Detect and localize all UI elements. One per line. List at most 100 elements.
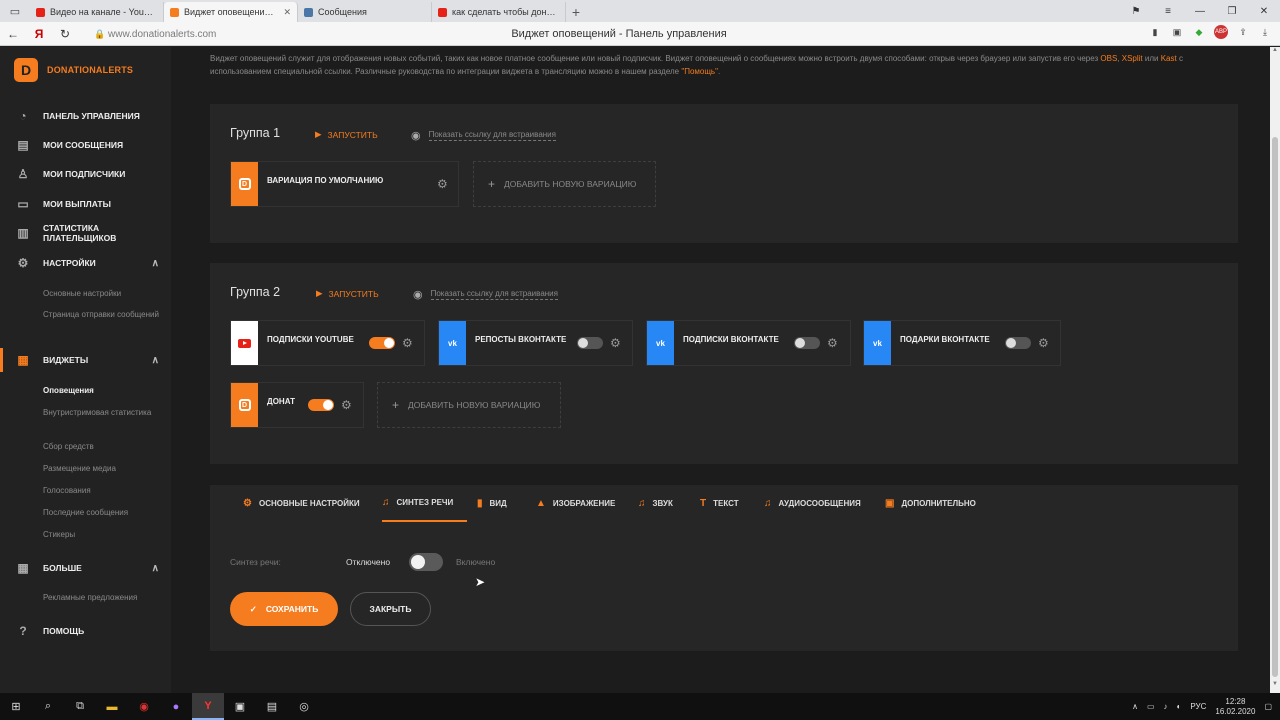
sidebar-subitem[interactable]: Рекламные предложения (43, 592, 163, 604)
sidebar-item-payouts[interactable]: ▭ МОИ ВЫПЛАТЫ (0, 192, 171, 216)
variation-toggle[interactable] (577, 337, 603, 349)
obs-icon[interactable]: ◎ (288, 693, 320, 720)
minimize-icon[interactable]: — (1184, 0, 1216, 22)
sidebar-item-messages[interactable]: ▤ МОИ СООБЩЕНИЯ (0, 133, 171, 157)
sidebar-subitem[interactable]: Сбор средств (43, 441, 163, 453)
help-link[interactable]: "Помощь" (681, 67, 718, 76)
sidebar-subitem[interactable]: Стикеры (43, 529, 163, 541)
app-icon[interactable]: ● (160, 693, 192, 720)
share-icon[interactable]: ⇪ (1236, 25, 1250, 39)
tab-speech-synthesis[interactable]: ♫ СИНТЕЗ РЕЧИ (382, 485, 468, 522)
app-tray-icon[interactable]: ◐ (1177, 702, 1182, 711)
url-field[interactable]: 🔒 www.donationalerts.com Виджет оповещен… (94, 25, 1144, 43)
tab-sound[interactable]: ♫ ЗВУК (638, 485, 673, 522)
variation-card[interactable]: vk РЕПОСТЫ ВКОНТАКТЕ ⚙ (438, 320, 633, 366)
close-button[interactable]: ЗАКРЫТЬ (350, 592, 431, 626)
app-icon[interactable]: ▣ (224, 693, 256, 720)
browser-tab[interactable]: Видео на канале - YouTube (30, 2, 164, 22)
tab-text[interactable]: T ТЕКСТ (700, 485, 739, 522)
scroll-down-icon[interactable]: ▼ (1270, 681, 1280, 693)
sidebar-subitem[interactable]: Основные настройки (43, 288, 163, 300)
scroll-up-icon[interactable]: ▲ (1270, 47, 1280, 59)
variation-card[interactable]: ПОДПИСКИ YOUTUBE ⚙ (230, 320, 425, 366)
extension-icon[interactable]: ◆ (1192, 25, 1206, 39)
gear-icon[interactable]: ⚙ (610, 336, 621, 350)
file-explorer-icon[interactable]: ▬ (96, 693, 128, 720)
sidebar-subitem[interactable]: Голосования (43, 485, 163, 497)
gear-icon[interactable]: ⚙ (437, 177, 448, 191)
gear-icon[interactable]: ⚙ (1038, 336, 1049, 350)
menu-icon[interactable]: ≡ (1152, 0, 1184, 22)
variation-card[interactable]: vk ПОДПИСКИ ВКОНТАКТЕ ⚙ (646, 320, 851, 366)
clock[interactable]: 12:28 16.02.2020 (1215, 697, 1255, 717)
obs-link[interactable]: OBS (1100, 54, 1117, 63)
tab-audio-messages[interactable]: ♫ АУДИОСООБЩЕНИЯ (764, 485, 861, 522)
browser-tab[interactable]: Сообщения (298, 2, 432, 22)
app-icon[interactable]: ◉ (128, 693, 160, 720)
notifications-icon[interactable]: ▢ (1264, 702, 1272, 711)
sidebar-item-stats[interactable]: ▥ СТАТИСТИКА ПЛАТЕЛЬЩИКОВ (0, 221, 171, 245)
sidebar-subitem[interactable]: Последние сообщения (43, 507, 163, 519)
gear-icon[interactable]: ⚙ (827, 336, 838, 350)
sidebar-item-more[interactable]: ▦ БОЛЬШЕ ∧ (0, 556, 171, 580)
search-icon[interactable]: ⌕ (32, 693, 64, 720)
volume-icon[interactable]: ♪ (1164, 702, 1168, 711)
tab-additional[interactable]: ▣ ДОПОЛНИТЕЛЬНО (885, 485, 976, 522)
variation-toggle[interactable] (794, 337, 820, 349)
save-button[interactable]: ✓ СОХРАНИТЬ (230, 592, 338, 626)
sidebar-subitem[interactable]: Страница отправки сообщений (43, 309, 163, 321)
page-scrollbar[interactable]: ▲ ▼ (1270, 47, 1280, 693)
logo[interactable]: D DONATIONALERTS (14, 58, 133, 82)
add-variation-button[interactable]: + ДОБАВИТЬ НОВУЮ ВАРИАЦИЮ (473, 161, 656, 207)
launch-button[interactable]: ▶ ЗАПУСТИТЬ (316, 288, 379, 299)
scrollbar-thumb[interactable] (1272, 137, 1278, 677)
tabs-sidebar-icon[interactable]: ▭ (0, 0, 30, 22)
sidebar-item-settings[interactable]: ⚙ НАСТРОЙКИ ∧ (0, 251, 171, 275)
close-window-icon[interactable]: ✕ (1248, 0, 1280, 22)
sidebar-item-dashboard[interactable]: ◔ ПАНЕЛЬ УПРАВЛЕНИЯ (0, 104, 171, 128)
windows-start-icon[interactable]: ⊞ (0, 693, 32, 720)
sidebar-item-widgets[interactable]: ▦ ВИДЖЕТЫ ∧ (0, 348, 171, 372)
browser-tab-active[interactable]: Виджет оповещений - Панель ✕ (164, 2, 298, 22)
task-view-icon[interactable]: ⧉ (64, 693, 96, 720)
launch-button[interactable]: ▶ ЗАПУСТИТЬ (315, 129, 378, 140)
xsplit-link[interactable]: XSplit (1122, 54, 1143, 63)
yandex-icon[interactable]: Я (26, 27, 52, 41)
tab-main-settings[interactable]: ⚙ ОСНОВНЫЕ НАСТРОЙКИ (243, 485, 360, 522)
sidebar-item-help[interactable]: ? ПОМОЩЬ (0, 619, 171, 643)
variation-toggle[interactable] (1005, 337, 1031, 349)
sidebar-subitem[interactable]: Внутристримовая статистика (43, 407, 163, 419)
variation-card[interactable]: D ДОНАТ ⚙ (230, 382, 364, 428)
adblock-icon[interactable]: ABP (1214, 25, 1228, 39)
reload-icon[interactable]: ↻ (52, 27, 78, 41)
tab-view[interactable]: ▮ ВИД (477, 485, 507, 522)
browser-tab[interactable]: как сделать чтобы донаты (432, 2, 566, 22)
close-tab-icon[interactable]: ✕ (283, 7, 291, 18)
sidebar-subitem[interactable]: Размещение медиа (43, 463, 163, 475)
network-icon[interactable]: ▭ (1147, 702, 1155, 711)
download-icon[interactable]: ⤓ (1258, 25, 1272, 39)
kast-link[interactable]: Kast (1161, 54, 1177, 63)
chevron-up-icon[interactable]: ∧ (1132, 702, 1138, 711)
bookmark-manager-icon[interactable]: ⚑ (1120, 0, 1152, 22)
tts-toggle[interactable] (409, 553, 443, 571)
show-embed-link[interactable]: ◉ Показать ссылку для встраивания (413, 288, 558, 301)
sidebar-subitem-active[interactable]: Оповещения (43, 385, 163, 397)
back-icon[interactable]: ← (0, 27, 26, 41)
yandex-browser-icon[interactable]: Y (192, 693, 224, 720)
variation-card[interactable]: D ВАРИАЦИЯ ПО УМОЛЧАНИЮ ⚙ (230, 161, 459, 207)
variation-toggle[interactable] (369, 337, 395, 349)
show-embed-link[interactable]: ◉ Показать ссылку для встраивания (411, 129, 556, 142)
new-tab-button[interactable]: + (566, 2, 586, 22)
add-variation-button[interactable]: + ДОБАВИТЬ НОВУЮ ВАРИАЦИЮ (377, 382, 561, 428)
variation-toggle[interactable] (308, 399, 334, 411)
sidebar-item-subscribers[interactable]: ♙ МОИ ПОДПИСЧИКИ (0, 162, 171, 186)
extension-icon[interactable]: ▣ (1170, 25, 1184, 39)
tab-image[interactable]: ▲ ИЗОБРАЖЕНИЕ (536, 485, 615, 522)
language-indicator[interactable]: РУС (1190, 702, 1206, 711)
bookmark-icon[interactable]: ▮ (1148, 25, 1162, 39)
gear-icon[interactable]: ⚙ (341, 398, 352, 412)
app-icon[interactable]: ▤ (256, 693, 288, 720)
variation-card[interactable]: vk ПОДАРКИ ВКОНТАКТЕ ⚙ (863, 320, 1061, 366)
restore-icon[interactable]: ❐ (1216, 0, 1248, 22)
